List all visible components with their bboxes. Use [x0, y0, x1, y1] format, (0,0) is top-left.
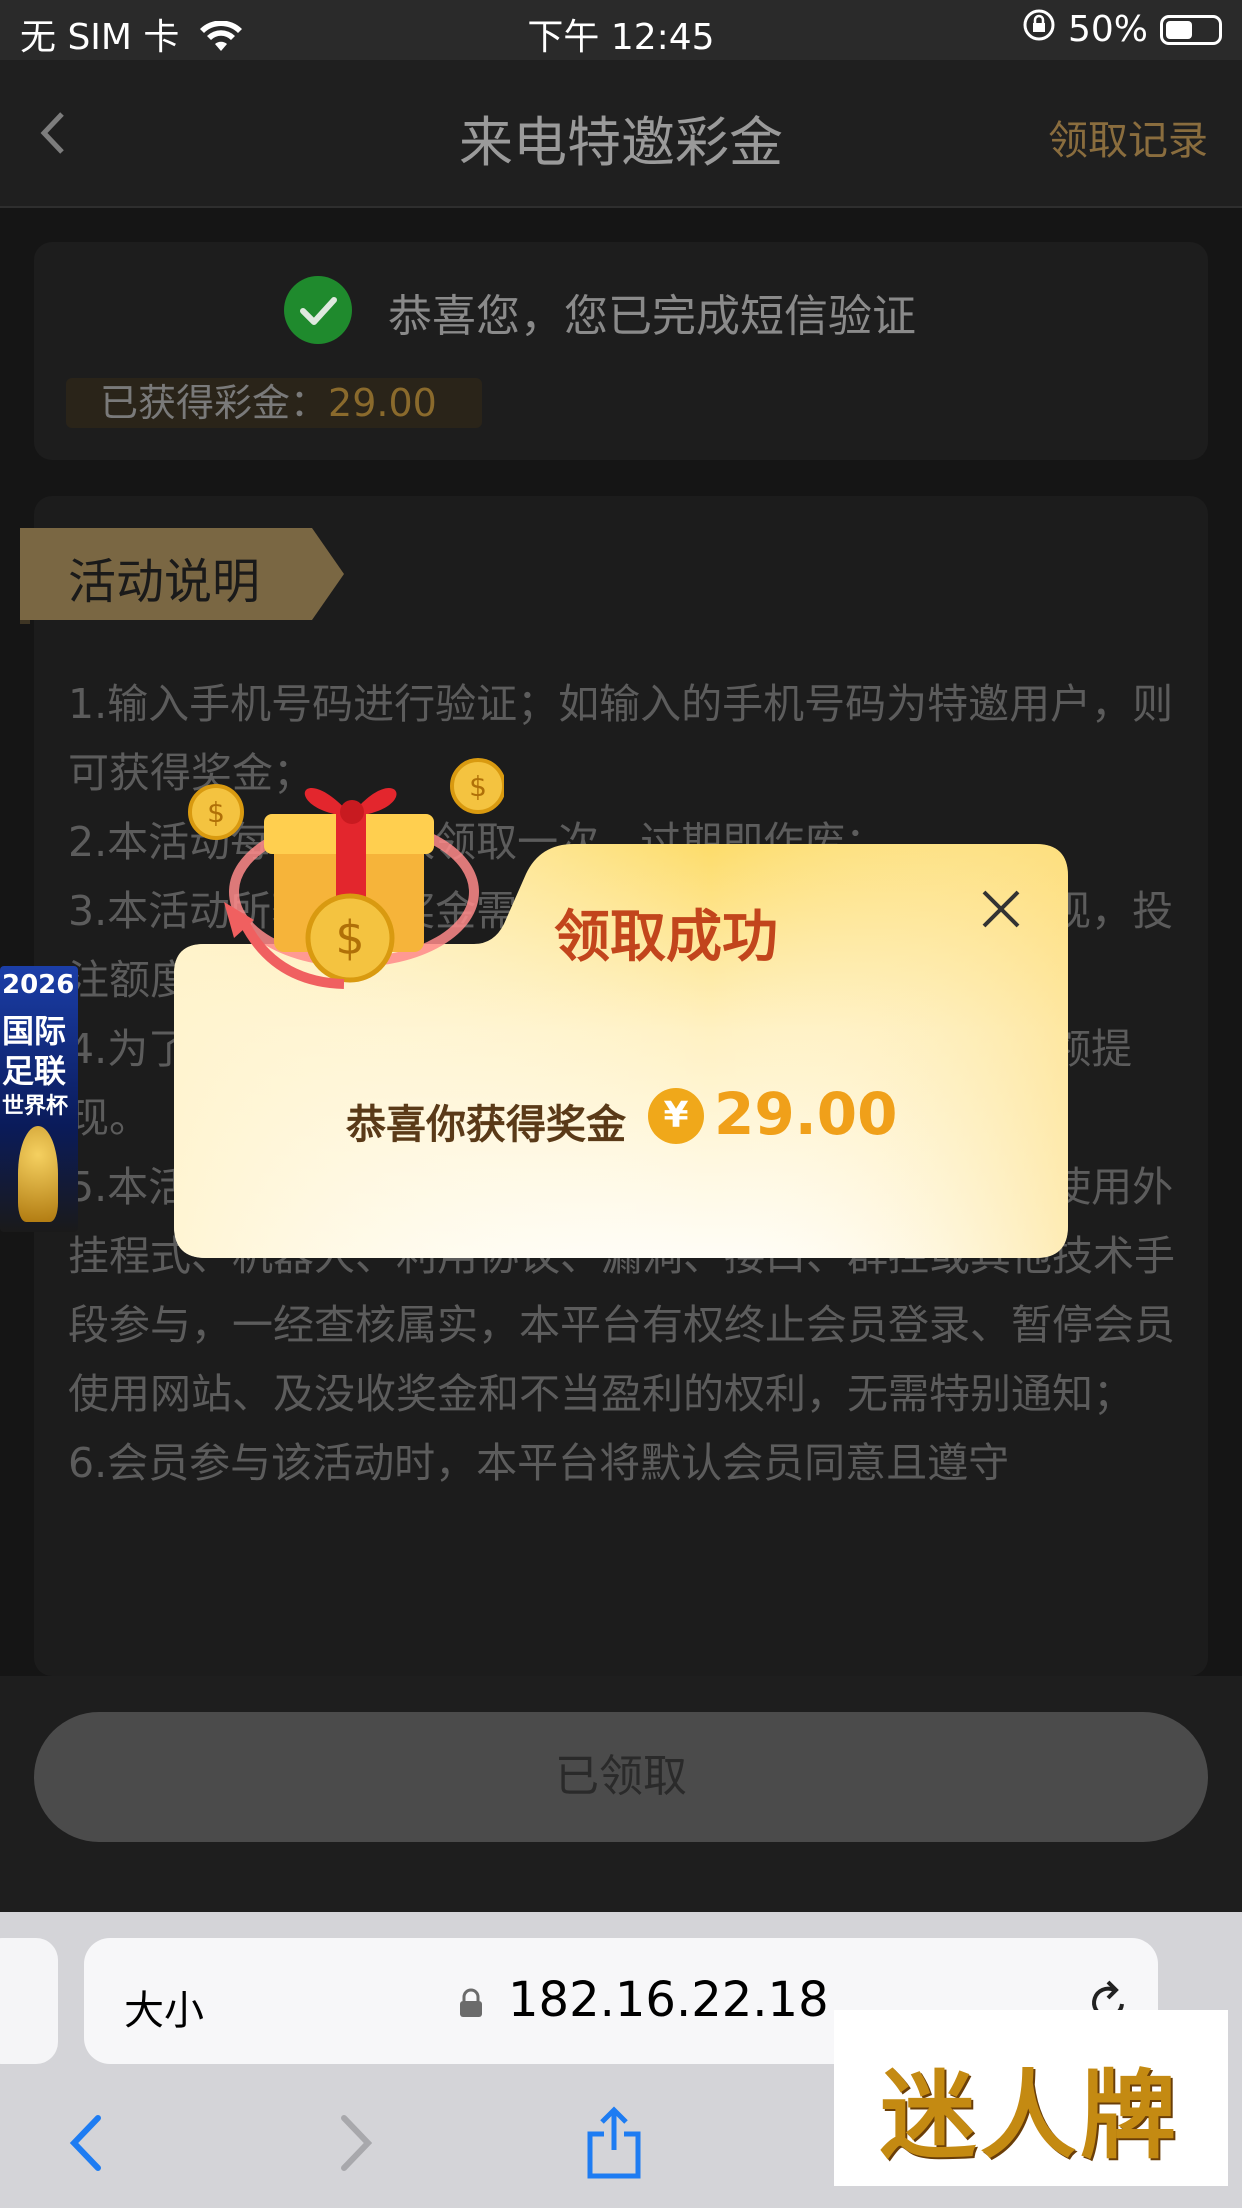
share-icon[interactable] — [584, 2104, 644, 2182]
trophy-icon — [18, 1126, 58, 1222]
gift-box-icon: $ $ $ — [188, 758, 504, 989]
status-bar: 无 SIM 卡 下午 12:45 50% — [0, 0, 1242, 60]
svg-text:$: $ — [469, 770, 487, 803]
browser-forward-icon[interactable] — [334, 2112, 378, 2174]
close-icon[interactable] — [976, 884, 1026, 934]
world-cup-promo-banner[interactable]: 2026 国际 足联 世界杯 — [0, 966, 78, 1232]
browser-back-icon[interactable] — [64, 2112, 108, 2174]
battery-percent: 50% — [1067, 9, 1148, 50]
battery-icon — [1160, 14, 1222, 45]
rotation-lock-icon — [1022, 8, 1056, 51]
bonus-amount: 29.00 — [714, 1080, 898, 1148]
watermark-text: 迷人牌 — [880, 2059, 1180, 2172]
lock-icon — [460, 1988, 482, 2017]
yen-coin-icon: ¥ — [648, 1088, 704, 1144]
svg-text:$: $ — [335, 911, 364, 965]
promo-line: 世界杯 — [2, 1094, 69, 1119]
svg-text:$: $ — [207, 796, 225, 829]
text-size-button[interactable]: 大小 — [124, 1978, 204, 2036]
modal-message: 恭喜你获得奖金 — [346, 1102, 626, 1148]
promo-line: 足联 — [2, 1052, 67, 1090]
watermark-logo: 迷人牌 — [834, 2010, 1228, 2186]
previous-tab-preview[interactable] — [0, 1938, 58, 2064]
url-text[interactable]: 182.16.22.18 — [508, 1972, 829, 2028]
modal-title: 领取成功 — [554, 905, 778, 970]
promo-year: 2026 — [2, 970, 75, 1000]
